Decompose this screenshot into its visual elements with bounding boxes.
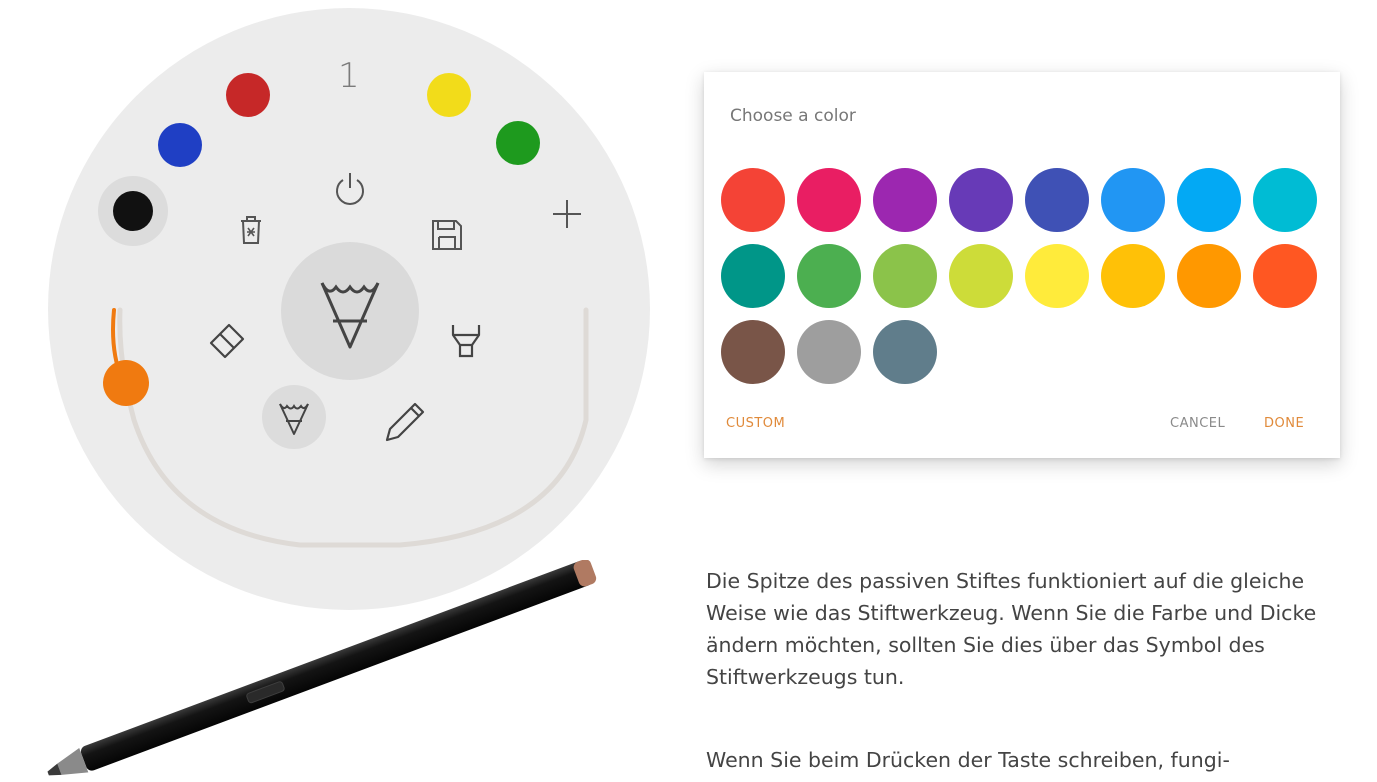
- cancel-button[interactable]: CANCEL: [1170, 416, 1225, 431]
- color-green-button[interactable]: [496, 121, 540, 165]
- dialog-title: Choose a color: [730, 106, 856, 126]
- color-swatch[interactable]: [1177, 244, 1241, 308]
- color-black-button[interactable]: [113, 191, 153, 231]
- color-swatch[interactable]: [1025, 244, 1089, 308]
- color-swatch[interactable]: [1101, 168, 1165, 232]
- stylus-pen-image: [47, 560, 597, 776]
- color-swatch[interactable]: [1253, 244, 1317, 308]
- color-swatch[interactable]: [721, 320, 785, 384]
- color-swatch[interactable]: [949, 244, 1013, 308]
- description-paragraph-continued: Wenn Sie beim Drücken der Taste schreibe…: [706, 748, 1230, 772]
- save-icon[interactable]: [430, 218, 464, 252]
- color-swatch[interactable]: [721, 168, 785, 232]
- color-swatch[interactable]: [949, 168, 1013, 232]
- color-red-button[interactable]: [226, 73, 270, 117]
- thickness-slider-handle[interactable]: [103, 360, 149, 406]
- plus-icon[interactable]: [550, 197, 584, 231]
- color-swatch[interactable]: [797, 320, 861, 384]
- slot-number: 1: [338, 56, 360, 96]
- color-swatch[interactable]: [1177, 168, 1241, 232]
- color-picker-dialog: Choose a color CUSTOM CANCEL DONE: [704, 72, 1340, 458]
- color-swatch[interactable]: [721, 244, 785, 308]
- description-paragraph: Die Spitze des passiven Stiftes funktion…: [706, 569, 1317, 689]
- color-swatch[interactable]: [873, 244, 937, 308]
- custom-button[interactable]: CUSTOM: [726, 416, 785, 431]
- color-yellow-button[interactable]: [427, 73, 471, 117]
- color-swatch[interactable]: [873, 320, 937, 384]
- color-swatch[interactable]: [797, 168, 861, 232]
- done-button[interactable]: DONE: [1264, 416, 1304, 431]
- swatch-grid: [721, 168, 1317, 384]
- color-swatch[interactable]: [1253, 168, 1317, 232]
- power-icon[interactable]: [332, 170, 368, 208]
- color-swatch[interactable]: [873, 168, 937, 232]
- trash-icon[interactable]: [237, 214, 265, 246]
- color-blue-button[interactable]: [158, 123, 202, 167]
- color-swatch[interactable]: [797, 244, 861, 308]
- color-swatch[interactable]: [1025, 168, 1089, 232]
- thickness-slider[interactable]: [100, 300, 600, 600]
- color-swatch[interactable]: [1101, 244, 1165, 308]
